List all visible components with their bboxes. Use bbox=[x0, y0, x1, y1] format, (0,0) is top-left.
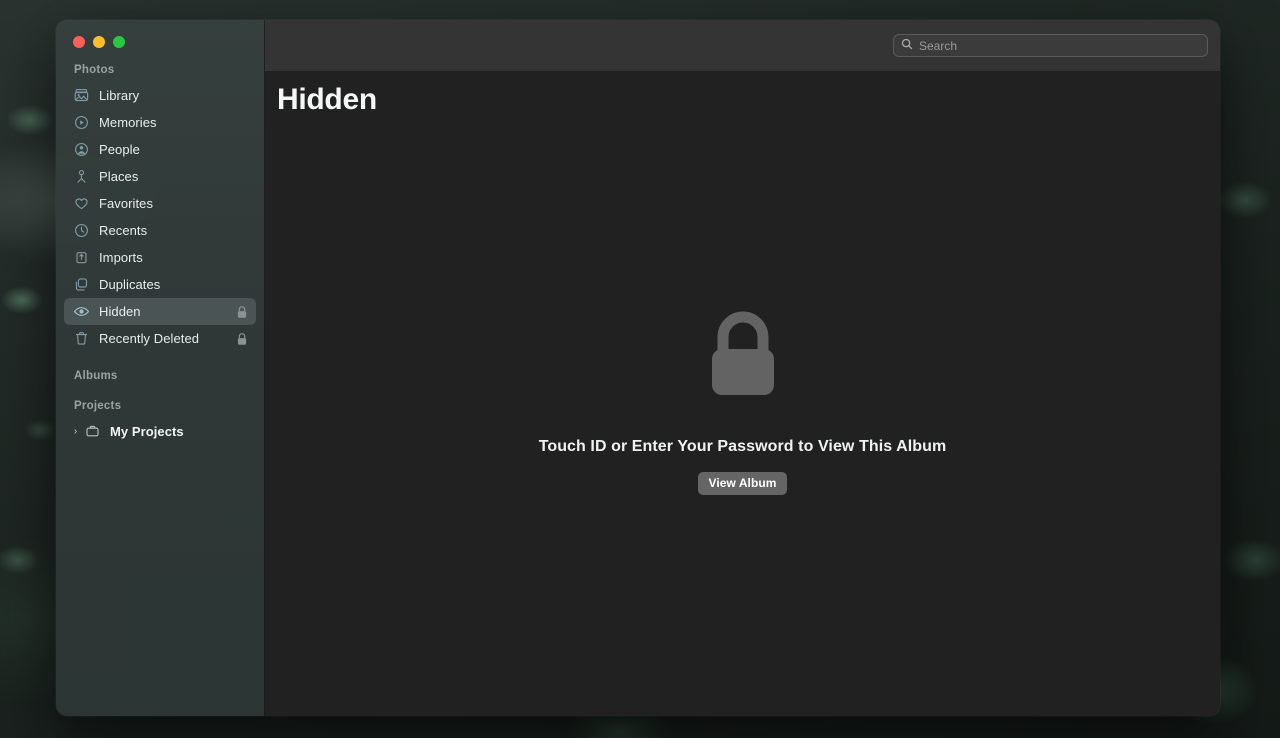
sidebar-item-recently-deleted[interactable]: Recently Deleted bbox=[64, 325, 256, 352]
locked-album-empty-state: Touch ID or Enter Your Password to View … bbox=[265, 103, 1220, 702]
sidebar-section-header-photos: Photos bbox=[74, 64, 115, 76]
zoom-button[interactable] bbox=[113, 36, 125, 48]
sidebar-item-label: Recents bbox=[99, 223, 148, 238]
content-area: Hidden Touch ID or Enter Your Password t… bbox=[265, 20, 1220, 716]
sidebar-item-duplicates[interactable]: Duplicates bbox=[64, 271, 256, 298]
sidebar-item-recents[interactable]: Recents bbox=[64, 217, 256, 244]
search-input[interactable] bbox=[919, 38, 1200, 53]
memories-play-icon bbox=[73, 114, 90, 131]
sidebar-item-label: Library bbox=[99, 88, 140, 103]
sidebar-item-label: Hidden bbox=[99, 304, 141, 319]
sidebar-item-label: Imports bbox=[99, 250, 143, 265]
sidebar-scroll-area[interactable]: Photos Library Memories People Places Fa… bbox=[56, 64, 264, 445]
person-circle-icon bbox=[73, 141, 90, 158]
lock-closed-icon bbox=[236, 332, 248, 346]
duplicates-icon bbox=[73, 276, 90, 293]
desktop-wallpaper: Photos Library Memories People Places Fa… bbox=[0, 0, 1280, 738]
sidebar-item-imports[interactable]: Imports bbox=[64, 244, 256, 271]
sidebar-item-hidden[interactable]: Hidden bbox=[64, 298, 256, 325]
heart-icon bbox=[73, 195, 90, 212]
sidebar: Photos Library Memories People Places Fa… bbox=[56, 20, 265, 716]
sidebar-item-memories[interactable]: Memories bbox=[64, 109, 256, 136]
sidebar-section-header-projects: Projects bbox=[74, 400, 122, 412]
clock-icon bbox=[73, 222, 90, 239]
sidebar-item-label: Favorites bbox=[99, 196, 154, 211]
sidebar-item-label: Duplicates bbox=[99, 277, 161, 292]
view-album-button[interactable]: View Album bbox=[697, 471, 788, 495]
sidebar-item-label: Recently Deleted bbox=[99, 331, 200, 346]
photo-library-icon bbox=[73, 87, 90, 104]
minimize-button[interactable] bbox=[93, 36, 105, 48]
sidebar-item-my-projects[interactable]: › My Projects bbox=[64, 418, 256, 445]
toolbar bbox=[265, 20, 1220, 71]
sidebar-section-header-albums: Albums bbox=[74, 370, 118, 382]
locked-album-message: Touch ID or Enter Your Password to View … bbox=[538, 437, 947, 455]
sidebar-item-label: People bbox=[99, 142, 140, 157]
photos-app-window: Photos Library Memories People Places Fa… bbox=[56, 20, 1220, 716]
lock-closed-icon bbox=[703, 311, 783, 408]
search-icon bbox=[901, 37, 913, 55]
window-traffic-lights bbox=[56, 20, 264, 64]
sidebar-item-favorites[interactable]: Favorites bbox=[64, 190, 256, 217]
import-tray-icon bbox=[73, 249, 90, 266]
eye-icon bbox=[73, 303, 90, 320]
sidebar-item-label: Memories bbox=[99, 115, 157, 130]
lock-closed-icon bbox=[236, 305, 248, 319]
chevron-right-icon[interactable]: › bbox=[70, 426, 81, 437]
sidebar-item-people[interactable]: People bbox=[64, 136, 256, 163]
sidebar-item-label: Places bbox=[99, 169, 139, 184]
sidebar-item-places[interactable]: Places bbox=[64, 163, 256, 190]
search-field[interactable] bbox=[893, 34, 1208, 57]
close-button[interactable] bbox=[73, 36, 85, 48]
sidebar-item-label: My Projects bbox=[110, 424, 184, 439]
sidebar-item-library[interactable]: Library bbox=[64, 82, 256, 109]
projects-folder-icon bbox=[84, 423, 101, 440]
trash-icon bbox=[73, 330, 90, 347]
map-pin-icon bbox=[73, 168, 90, 185]
